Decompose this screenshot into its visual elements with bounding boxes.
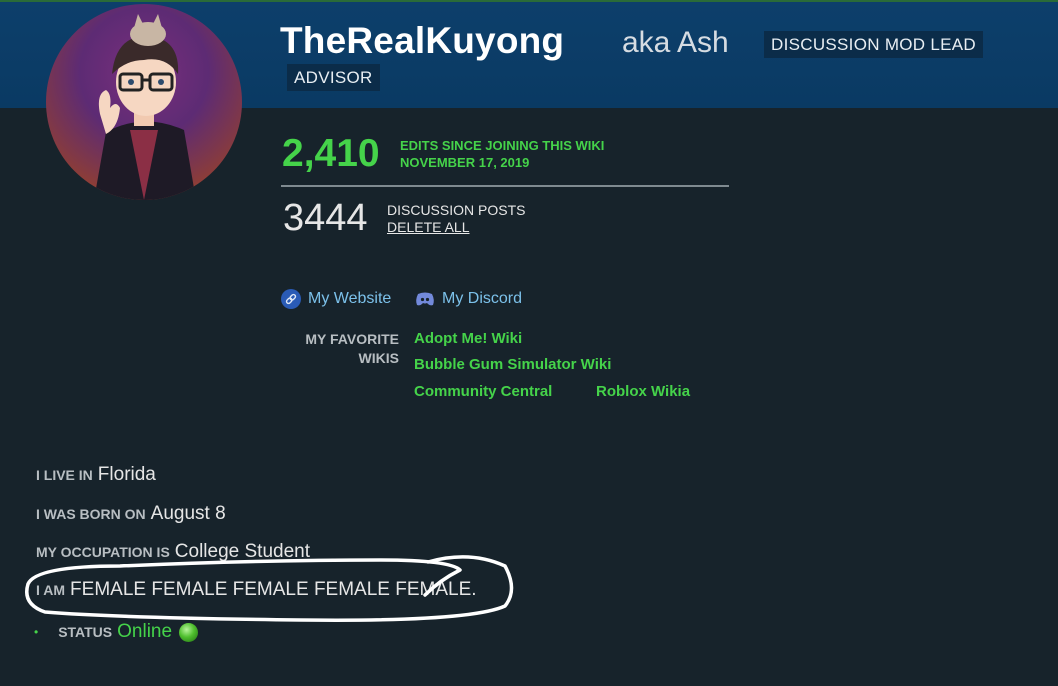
- occupation-key: MY OCCUPATION IS: [36, 544, 170, 560]
- my-discord-label: My Discord: [442, 290, 523, 307]
- birthday-row: I WAS BORN ON August 8: [36, 503, 226, 525]
- i-am-value: FEMALE FEMALE FEMALE FEMALE FEMALE.: [70, 579, 477, 600]
- favorite-wiki-link[interactable]: Roblox Wikia: [596, 383, 690, 400]
- status-row: • STATUS Online: [34, 621, 199, 643]
- status-key: STATUS: [58, 624, 113, 640]
- username: TheRealKuyong: [280, 20, 565, 61]
- role-badge-advisor: ADVISOR: [287, 64, 380, 91]
- occupation-row: MY OCCUPATION IS College Student: [36, 541, 310, 563]
- bullet-dot: •: [34, 625, 39, 639]
- location-key: I LIVE IN: [36, 467, 93, 483]
- aka-name: aka Ash: [622, 26, 729, 59]
- location-value: Florida: [97, 464, 156, 485]
- stats-divider: [281, 185, 729, 187]
- occupation-value: College Student: [174, 541, 311, 562]
- discord-icon: [415, 289, 435, 309]
- my-website-label: My Website: [308, 290, 392, 307]
- avatar-illustration: [94, 14, 196, 200]
- join-date: NOVEMBER 17, 2019: [400, 155, 530, 170]
- edits-count: 2,410: [282, 132, 380, 175]
- i-am-row: I AM FEMALE FEMALE FEMALE FEMALE FEMALE.: [36, 579, 477, 601]
- discussion-posts-text: DISCUSSION POSTS: [387, 202, 526, 218]
- favorite-wikis-label-line1: MY FAVORITE: [305, 331, 399, 347]
- avatar[interactable]: [46, 4, 242, 200]
- location-row: I LIVE IN Florida: [36, 464, 156, 486]
- edits-label-text: EDITS SINCE JOINING THIS WIKI: [400, 138, 605, 153]
- role-badge-discussion-mod-lead: DISCUSSION MOD LEAD: [764, 31, 984, 58]
- link-icon: [281, 289, 301, 309]
- delete-all-link[interactable]: DELETE ALL: [387, 219, 525, 236]
- favorite-wiki-link[interactable]: Community Central: [414, 383, 552, 400]
- favorite-wikis-label-line2: WIKIS: [358, 350, 399, 366]
- favorite-wikis-label: MY FAVORITE WIKIS: [282, 330, 399, 368]
- birthday-value: August 8: [150, 503, 226, 524]
- status-value: Online: [117, 621, 173, 642]
- discussion-posts-count: 3444: [283, 197, 368, 239]
- edits-label: EDITS SINCE JOINING THIS WIKI NOVEMBER 1…: [400, 137, 604, 171]
- favorite-wiki-link[interactable]: Bubble Gum Simulator Wiki: [414, 356, 611, 373]
- favorite-wiki-link[interactable]: Adopt Me! Wiki: [414, 330, 522, 347]
- i-am-key: I AM: [36, 582, 66, 598]
- birthday-key: I WAS BORN ON: [36, 506, 146, 522]
- online-status-icon: [179, 622, 199, 642]
- discussion-posts-label: DISCUSSION POSTS DELETE ALL: [387, 202, 525, 236]
- my-website-link[interactable]: My Website: [281, 289, 391, 309]
- my-discord-link[interactable]: My Discord: [415, 289, 522, 309]
